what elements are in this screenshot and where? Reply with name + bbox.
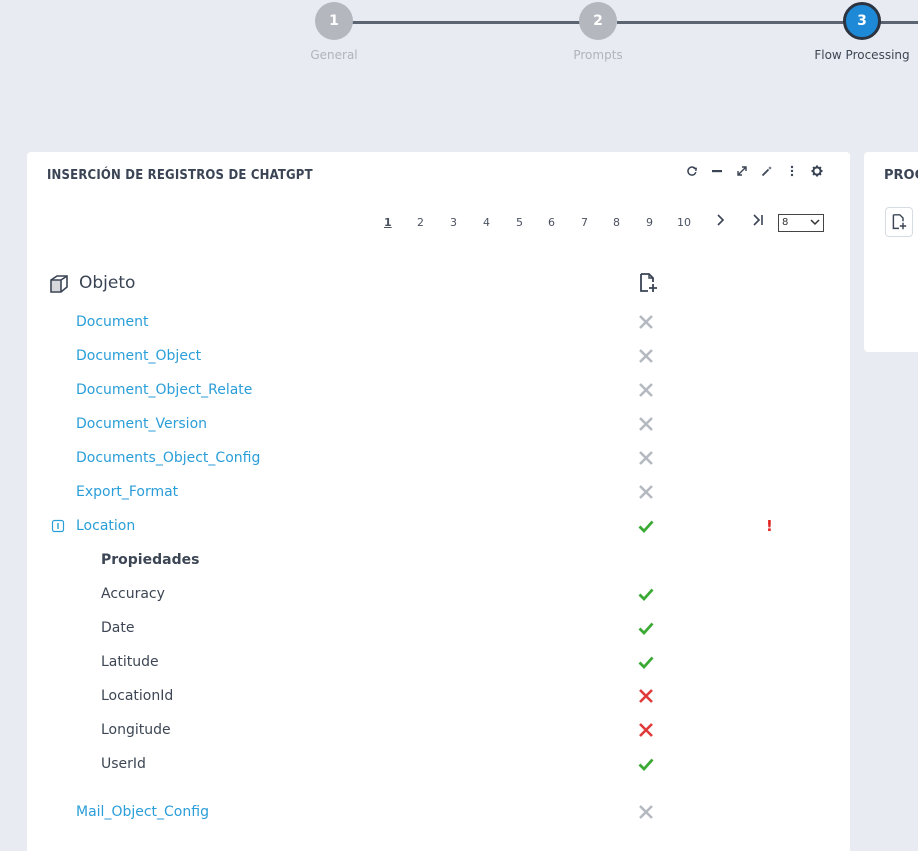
object-link[interactable]: Location — [76, 518, 135, 534]
gray-x-icon — [639, 383, 653, 397]
check-icon — [638, 588, 654, 602]
page-2[interactable]: 2 — [417, 216, 424, 229]
red-x-icon — [639, 689, 653, 703]
list-item: Document_Object — [27, 345, 850, 369]
page-6[interactable]: 6 — [548, 216, 555, 229]
expand-icon[interactable] — [735, 164, 749, 178]
add-document-icon[interactable] — [638, 272, 658, 294]
list-item: Document — [27, 311, 850, 335]
check-icon — [638, 758, 654, 772]
step-number: 1 — [315, 2, 353, 40]
gray-x-icon — [639, 315, 653, 329]
property-row: Date — [27, 617, 850, 641]
page-9[interactable]: 9 — [646, 216, 653, 229]
card-title: PROC — [884, 168, 918, 183]
property-row: UserId — [27, 753, 850, 777]
properties-heading-row: Propiedades — [27, 549, 850, 573]
property-name: UserId — [101, 756, 146, 772]
page-3[interactable]: 3 — [450, 216, 457, 229]
object-link[interactable]: Document_Version — [76, 416, 207, 432]
page-7[interactable]: 7 — [581, 216, 588, 229]
pagination: 1 2 3 4 5 6 7 8 9 10 — [27, 214, 850, 234]
object-link[interactable]: Documents_Object_Config — [76, 450, 260, 466]
property-row: LocationId — [27, 685, 850, 709]
collapse-icon[interactable] — [51, 519, 65, 533]
list-item: Documents_Object_Config — [27, 447, 850, 471]
object-link[interactable]: Document_Object — [76, 348, 201, 364]
page-10[interactable]: 10 — [677, 216, 691, 229]
step-label: General — [310, 48, 358, 62]
property-name: Longitude — [101, 722, 171, 738]
page-5[interactable]: 5 — [516, 216, 523, 229]
object-link[interactable]: Document_Object_Relate — [76, 382, 252, 398]
list-item-expanded: Location ! — [27, 515, 850, 539]
list-item: Mail_Object_Config — [27, 801, 850, 825]
chevron-down-icon — [810, 216, 820, 232]
step-label: Prompts — [573, 48, 623, 62]
step-label: Flow Processing — [814, 48, 910, 62]
more-vertical-icon[interactable] — [785, 164, 799, 178]
check-icon — [638, 622, 654, 636]
cube-icon — [50, 275, 68, 293]
check-icon — [638, 520, 654, 534]
property-name: Accuracy — [101, 586, 165, 602]
add-document-button[interactable] — [885, 207, 913, 237]
card-title: INSERCIÓN DE REGISTROS DE CHATGPT — [47, 168, 313, 183]
minimize-icon[interactable] — [710, 164, 724, 178]
page-8[interactable]: 8 — [613, 216, 620, 229]
step-number: 3 — [843, 2, 881, 40]
card-toolbar — [685, 164, 824, 178]
stepper: 1 General 2 Prompts 3 Flow Processing — [0, 0, 918, 80]
list-item: Document_Object_Relate — [27, 379, 850, 403]
last-page-button[interactable] — [752, 214, 764, 230]
chevron-right-icon — [717, 214, 725, 226]
step-number: 2 — [579, 2, 617, 40]
property-name: Date — [101, 620, 135, 636]
magic-wand-icon[interactable] — [760, 164, 774, 178]
chatgpt-insert-card: INSERCIÓN DE REGISTROS DE CHATGPT 1 2 3 … — [27, 152, 850, 851]
object-link[interactable]: Document — [76, 314, 149, 330]
properties-heading: Propiedades — [101, 552, 200, 568]
page-1[interactable]: 1 — [384, 216, 392, 229]
step-flow-processing[interactable]: 3 Flow Processing — [802, 2, 918, 62]
property-name: LocationId — [101, 688, 174, 704]
gray-x-icon — [639, 805, 653, 819]
page-4[interactable]: 4 — [483, 216, 490, 229]
process-card: PROC — [864, 152, 918, 352]
property-row: Latitude — [27, 651, 850, 675]
property-row: Accuracy — [27, 583, 850, 607]
list-item: Export_Format — [27, 481, 850, 505]
property-name: Latitude — [101, 654, 159, 670]
gray-x-icon — [639, 485, 653, 499]
warning-icon[interactable]: ! — [766, 517, 773, 535]
chevron-last-icon — [753, 214, 763, 226]
gear-icon[interactable] — [810, 164, 824, 178]
gray-x-icon — [639, 349, 653, 363]
page-size-value: 8 — [782, 217, 789, 228]
list-item: Document_Version — [27, 413, 850, 437]
add-document-icon — [892, 214, 907, 230]
property-row: Longitude — [27, 719, 850, 743]
object-link[interactable]: Export_Format — [76, 484, 178, 500]
page-size-select[interactable]: 8 — [778, 214, 824, 232]
step-prompts[interactable]: 2 Prompts — [538, 2, 658, 62]
objects-column-title: Objeto — [79, 273, 136, 293]
objects-header: Objeto — [49, 272, 829, 296]
check-icon — [638, 656, 654, 670]
object-link[interactable]: Mail_Object_Config — [76, 804, 209, 820]
refresh-icon[interactable] — [685, 164, 699, 178]
red-x-icon — [639, 723, 653, 737]
gray-x-icon — [639, 417, 653, 431]
step-general[interactable]: 1 General — [274, 2, 394, 62]
next-page-button[interactable] — [716, 214, 726, 230]
gray-x-icon — [639, 451, 653, 465]
